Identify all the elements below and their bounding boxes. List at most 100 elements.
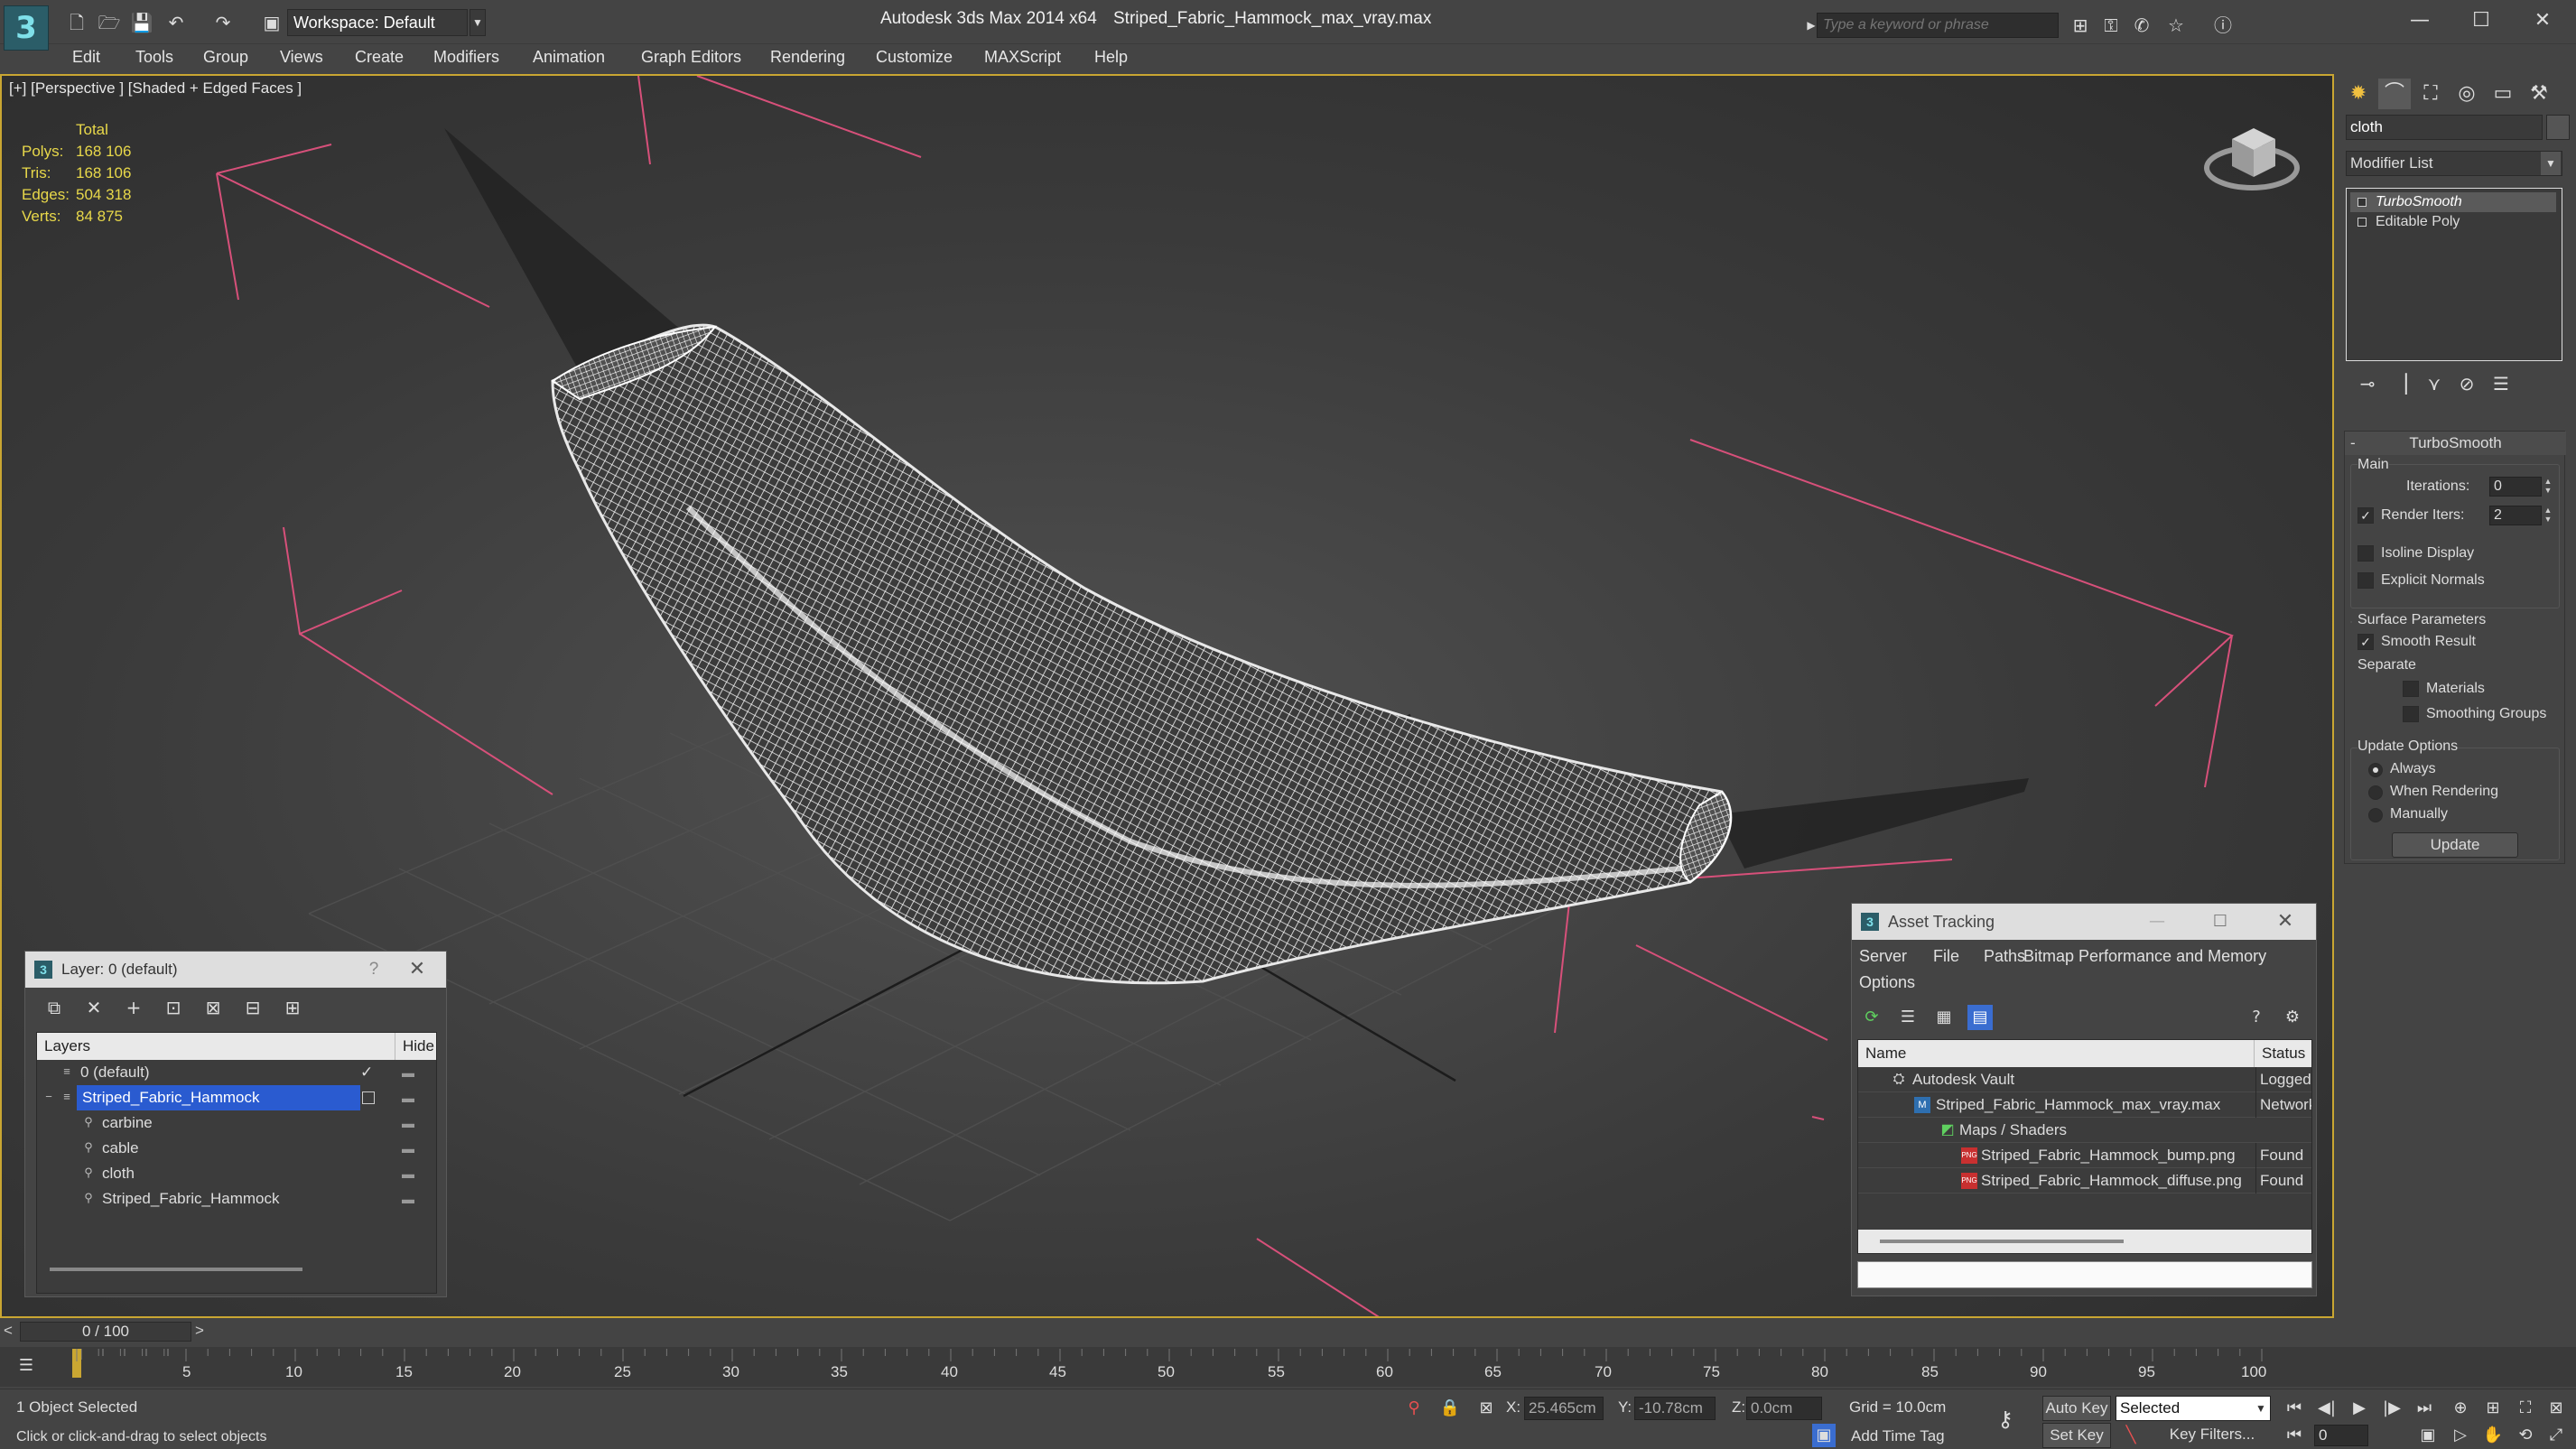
time-slider[interactable]: 0 / 100 xyxy=(20,1322,191,1342)
asset-path-field[interactable] xyxy=(1857,1261,2312,1288)
close-icon[interactable]: ✕ xyxy=(2516,4,2570,38)
key-mode-icon[interactable]: ⏮ xyxy=(2283,1424,2306,1447)
when-rendering-radio[interactable] xyxy=(2368,785,2383,800)
layer-row[interactable]: ⚲ cloth ▬ xyxy=(37,1161,436,1186)
menu-help[interactable]: Help xyxy=(1094,45,1128,72)
project-folder-icon[interactable]: ▣ xyxy=(260,11,284,34)
lightbulb-icon[interactable] xyxy=(2357,198,2367,207)
set-keys-icon[interactable]: ╲ xyxy=(2119,1424,2143,1447)
binoculars-icon[interactable]: ⊞ xyxy=(2068,13,2093,38)
smoothing-groups-checkbox[interactable] xyxy=(2403,706,2419,722)
set-active-layer-box[interactable] xyxy=(362,1091,375,1104)
create-tab-icon[interactable]: ✹ xyxy=(2342,79,2375,109)
redo-icon[interactable]: ↷ xyxy=(211,11,235,34)
explicit-normals-checkbox[interactable] xyxy=(2357,572,2374,589)
zoom-all-icon[interactable]: ⊞ xyxy=(2481,1397,2505,1420)
utilities-tab-icon[interactable]: ⚒ xyxy=(2523,79,2555,109)
create-layer-icon[interactable]: ⧉ xyxy=(42,995,67,1020)
chevron-down-icon[interactable]: ▼ xyxy=(2253,1397,2269,1420)
zoom-extents-all-icon[interactable]: ⊠ xyxy=(2544,1397,2568,1420)
menu-create[interactable]: Create xyxy=(355,45,404,72)
track-bar[interactable]: ☰ 5 10 15 20 25 30 35 40 45 50 55 60 65 … xyxy=(0,1347,2576,1387)
previous-frame-icon[interactable]: ◀| xyxy=(2315,1397,2339,1420)
col-name[interactable]: Name xyxy=(1865,1040,1906,1067)
new-file-icon[interactable]: 🗋 xyxy=(65,11,88,34)
delete-layer-icon[interactable]: ✕ xyxy=(81,995,107,1020)
set-key-button[interactable]: Set Key xyxy=(2042,1423,2111,1448)
layer-row[interactable]: ⚲ carbine ▬ xyxy=(37,1110,436,1136)
orbit-icon[interactable]: ⟲ xyxy=(2514,1424,2537,1447)
object-color-swatch[interactable] xyxy=(2546,115,2570,140)
play-icon[interactable]: ▶ xyxy=(2348,1397,2371,1420)
help-button[interactable]: ? xyxy=(356,952,392,988)
asset-menu-server[interactable]: Server xyxy=(1859,947,1907,966)
modify-tab-icon[interactable]: ⌒ xyxy=(2378,79,2411,109)
render-iters-checkbox[interactable]: ✓ xyxy=(2357,507,2374,524)
pan-view-icon[interactable]: ✋ xyxy=(2481,1424,2505,1447)
key-set-dropdown[interactable]: Selected xyxy=(2116,1396,2271,1421)
horizontal-scrollbar[interactable] xyxy=(1858,1230,2311,1253)
chevron-down-icon[interactable]: ▼ xyxy=(2541,152,2561,175)
asset-menu-bitmap-performance[interactable]: Bitmap Performance and Memory xyxy=(2023,947,2266,966)
make-unique-icon[interactable]: ⋎ xyxy=(2422,372,2447,395)
communication-icon[interactable]: ✆ xyxy=(2129,13,2154,38)
configure-modifier-sets-icon[interactable]: ☰ xyxy=(2488,372,2514,395)
maximize-icon[interactable]: ☐ xyxy=(2202,904,2238,940)
active-layer-check-icon[interactable]: ✓ xyxy=(360,1060,373,1085)
asset-row[interactable]: PNG Striped_Fabric_Hammock_diffuse.png Fou… xyxy=(1858,1168,2311,1194)
minimize-icon[interactable]: — xyxy=(2139,904,2175,940)
spinner-arrows-icon[interactable]: ▲ ▼ xyxy=(2542,506,2554,525)
col-layers[interactable]: Layers xyxy=(44,1033,90,1060)
key-filters-button[interactable]: Key Filters... xyxy=(2158,1423,2266,1448)
key-icon[interactable]: ⚷ xyxy=(1994,1407,2017,1431)
close-icon[interactable]: ✕ xyxy=(2267,904,2303,940)
grid-view-icon[interactable]: ▤ xyxy=(1967,1005,1993,1030)
pin-stack-icon[interactable]: ⊸ xyxy=(2355,372,2380,395)
highlight-selected-icon[interactable]: ⊠ xyxy=(200,995,226,1020)
materials-checkbox[interactable] xyxy=(2403,681,2419,697)
subscription-icon[interactable]: ⚿ xyxy=(2098,13,2124,38)
manually-radio[interactable] xyxy=(2368,808,2383,822)
rollout-header[interactable]: - TurboSmooth xyxy=(2345,432,2566,455)
asset-row[interactable]: ◩ Maps / Shaders xyxy=(1858,1118,2311,1143)
search-input[interactable] xyxy=(1817,13,2059,38)
x-coordinate-field[interactable]: 25.465cm xyxy=(1524,1397,1604,1420)
close-icon[interactable]: ✕ xyxy=(399,952,435,988)
modifier-list-dropdown[interactable]: Modifier List xyxy=(2346,151,2562,176)
horizontal-scrollbar[interactable] xyxy=(50,1268,302,1271)
y-coordinate-field[interactable]: -10.78cm xyxy=(1634,1397,1716,1420)
object-name-field[interactable]: cloth xyxy=(2346,115,2543,140)
remove-modifier-icon[interactable]: ⊘ xyxy=(2454,372,2479,395)
stack-item-turbosmooth[interactable]: TurboSmooth xyxy=(2350,192,2556,212)
workspace-menu-arrow-icon[interactable]: ▼ xyxy=(470,9,486,36)
hammock-mesh[interactable] xyxy=(551,323,1733,985)
viewcube-icon[interactable] xyxy=(2196,112,2304,202)
menu-customize[interactable]: Customize xyxy=(876,45,953,72)
zoom-icon[interactable]: ⊕ xyxy=(2449,1397,2472,1420)
absolute-mode-icon[interactable]: ⊠ xyxy=(1474,1397,1498,1420)
select-objects-icon[interactable]: ⊡ xyxy=(161,995,186,1020)
go-to-end-icon[interactable]: ⏭ xyxy=(2413,1397,2436,1420)
asset-menu-file[interactable]: File xyxy=(1933,947,1959,966)
add-time-tag[interactable]: Add Time Tag xyxy=(1851,1427,1945,1445)
asset-menu-options[interactable]: Options xyxy=(1859,973,1915,992)
menu-views[interactable]: Views xyxy=(280,45,323,72)
help-icon[interactable]: ? xyxy=(2244,1005,2269,1030)
layer-row[interactable]: ≡ 0 (default) ✓ ▬ xyxy=(37,1060,436,1085)
menu-maxscript[interactable]: MAXScript xyxy=(984,45,1061,72)
menu-tools[interactable]: Tools xyxy=(135,45,173,72)
menu-animation[interactable]: Animation xyxy=(533,45,605,72)
hierarchy-tab-icon[interactable]: ⛶ xyxy=(2414,79,2447,109)
auto-key-button[interactable]: Auto Key xyxy=(2042,1396,2111,1421)
freeze-all-layers-icon[interactable]: ⊞ xyxy=(280,995,305,1020)
layer-row[interactable]: ⚲ Striped_Fabric_Hammock ▬ xyxy=(37,1186,436,1212)
zoom-extents-icon[interactable]: ⛶ xyxy=(2514,1397,2537,1420)
minimize-icon[interactable]: — xyxy=(2393,4,2447,38)
favorites-star-icon[interactable]: ☆ xyxy=(2163,13,2189,38)
undo-icon[interactable]: ↶ xyxy=(164,11,188,34)
update-button[interactable]: Update xyxy=(2392,832,2518,858)
go-to-start-icon[interactable]: ⏮ xyxy=(2283,1397,2306,1420)
collapse-icon[interactable]: − xyxy=(42,1091,55,1103)
asset-row[interactable]: ⛭ Autodesk Vault Logged xyxy=(1858,1067,2311,1092)
current-frame-field[interactable]: 0 xyxy=(2314,1425,2368,1446)
